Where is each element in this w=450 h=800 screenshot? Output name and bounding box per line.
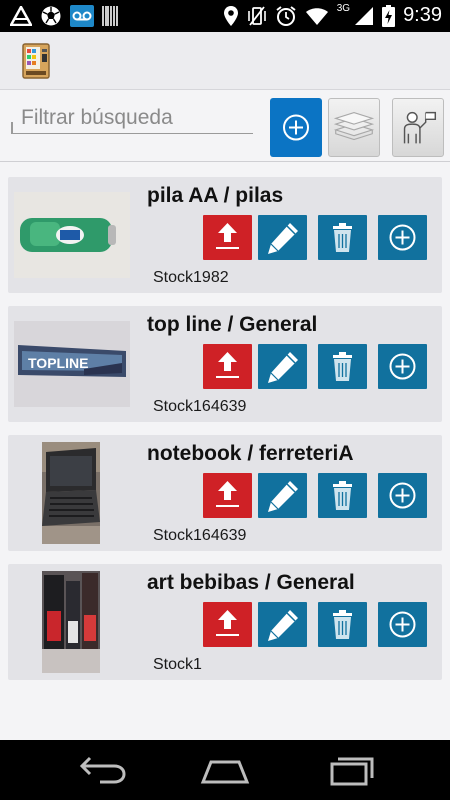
plus-circle-icon [389,353,416,380]
edit-button[interactable] [258,602,307,647]
upload-icon [216,610,239,636]
trash-icon [333,481,352,510]
stock-label: Stock164639 [153,398,247,415]
search-input-edge [11,122,13,134]
add-stock-button[interactable] [378,344,427,389]
stock-label: Stock1 [153,656,202,673]
product-photo [42,442,100,544]
list-item[interactable]: art bebibas / General Stock1 [8,564,442,680]
back-icon[interactable] [70,752,130,788]
add-stock-button[interactable] [378,473,427,518]
delete-button[interactable] [318,215,367,260]
vibrate-off-icon [247,5,266,26]
stock-label: Stock1982 [153,269,229,286]
pencil-icon [268,352,298,383]
battery-charging-icon [382,4,396,27]
pencil-icon [268,223,298,254]
action-bar [0,32,450,90]
svg-text:TOPLINE: TOPLINE [28,355,88,371]
clock: 9:39 [403,4,442,26]
status-bar: 3G 9:39 [0,0,450,32]
wifi-icon [305,7,328,25]
layers-icon [333,111,375,141]
upload-button[interactable] [203,344,252,389]
soccer-ball-icon [41,6,61,26]
trash-icon [333,223,352,252]
upload-button[interactable] [203,602,252,647]
edit-button[interactable] [258,473,307,518]
users-button[interactable] [392,98,444,157]
categories-button[interactable] [328,98,380,157]
plus-circle-icon [389,224,416,251]
search-toolbar [0,90,450,162]
upload-button[interactable] [203,473,252,518]
signal-icon [355,6,374,25]
product-title: art bebibas / General [147,571,355,594]
add-product-button[interactable] [270,98,322,157]
plus-circle-icon [283,114,309,141]
stock-label: Stock164639 [153,527,247,544]
location-pin-icon [223,5,238,26]
list-item[interactable]: notebook / ferreteriA Stock164639 [8,435,442,551]
add-stock-button[interactable] [378,602,427,647]
delete-button[interactable] [318,473,367,518]
upload-button[interactable] [203,215,252,260]
pencil-icon [268,481,298,512]
trash-icon [333,610,352,639]
pencil-icon [268,610,298,641]
upload-icon [216,481,239,507]
person-flag-icon [403,111,437,144]
recent-apps-icon[interactable] [320,752,380,788]
app-notification-icon [10,6,32,26]
product-photo: TOPLINE [14,321,130,407]
network-type-label: 3G [336,3,351,14]
product-photo [14,192,130,278]
delete-button[interactable] [318,602,367,647]
plus-circle-icon [389,611,416,638]
search-input[interactable] [11,102,253,134]
vending-machine-app-icon[interactable] [22,43,50,79]
trash-icon [333,352,352,381]
product-photo [42,571,100,673]
barcode-icon [102,6,118,26]
list-item[interactable]: TOPLINE top line / General Stock164639 [8,306,442,422]
list-item[interactable]: pila AA / pilas Stock1982 [8,177,442,293]
voicemail-icon [70,5,94,27]
product-title: top line / General [147,313,318,336]
product-title: pila AA / pilas [147,184,284,207]
add-stock-button[interactable] [378,215,427,260]
alarm-icon [276,5,296,26]
plus-circle-icon [389,482,416,509]
navigation-bar [0,740,450,800]
edit-button[interactable] [258,344,307,389]
upload-icon [216,352,239,378]
home-icon[interactable] [195,752,255,788]
delete-button[interactable] [318,344,367,389]
product-title: notebook / ferreteriA [147,442,354,465]
upload-icon [216,223,239,249]
edit-button[interactable] [258,215,307,260]
